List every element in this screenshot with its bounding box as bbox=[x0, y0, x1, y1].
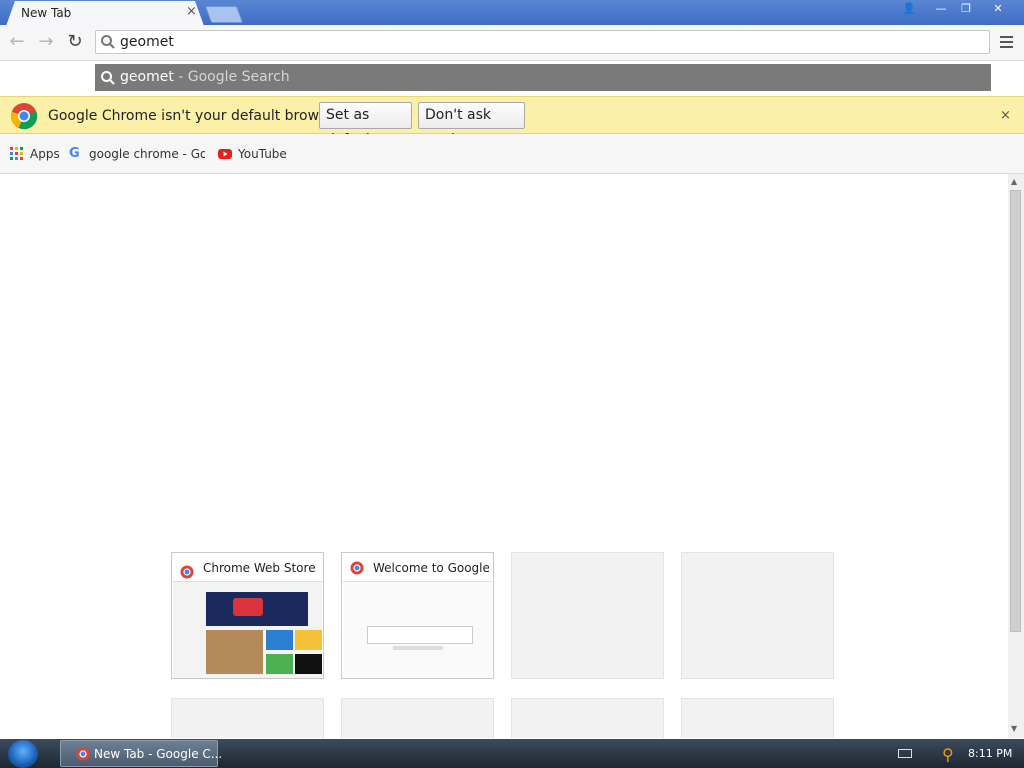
search-tray-icon[interactable]: ⚲ bbox=[942, 745, 954, 764]
dont-ask-again-button[interactable]: Don't ask again bbox=[418, 102, 525, 148]
search-icon bbox=[101, 35, 115, 49]
new-tab-button[interactable] bbox=[204, 6, 244, 23]
reload-button[interactable]: ↻ bbox=[64, 31, 86, 53]
tab-close-icon[interactable]: × bbox=[186, 4, 197, 20]
chrome-taskbar-icon bbox=[76, 747, 90, 761]
new-tab-page bbox=[0, 174, 1008, 738]
bookmark-youtube[interactable]: YouTube bbox=[238, 147, 287, 161]
taskbar-item-label: New Tab - Google C... bbox=[94, 747, 223, 761]
infobar-close-icon[interactable]: × bbox=[1000, 108, 1011, 123]
back-button[interactable]: ← bbox=[6, 31, 28, 53]
search-icon bbox=[101, 71, 115, 85]
google-icon: G bbox=[69, 146, 80, 161]
most-visited-tile-empty bbox=[511, 698, 664, 738]
most-visited-tile-web-store[interactable]: Chrome Web Store bbox=[171, 552, 324, 679]
scroll-down-icon[interactable]: ▼ bbox=[1011, 724, 1017, 733]
youtube-icon bbox=[218, 149, 232, 159]
bookmark-apps[interactable]: Apps bbox=[30, 147, 60, 161]
keyboard-icon[interactable] bbox=[898, 749, 912, 758]
suggestion-suffix: - Google Search bbox=[173, 69, 290, 85]
bookmark-google-chrome[interactable]: google chrome - Goog bbox=[89, 147, 205, 161]
most-visited-tile-empty bbox=[681, 698, 834, 738]
suggestion-query: geomet bbox=[120, 69, 174, 85]
tile-title: Welcome to Google C bbox=[373, 561, 489, 575]
maximize-button[interactable]: ❐ bbox=[953, 1, 979, 17]
chrome-logo-icon bbox=[10, 103, 38, 130]
start-button[interactable] bbox=[8, 740, 38, 768]
close-window-button[interactable]: ✕ bbox=[979, 1, 1017, 17]
set-as-default-button[interactable]: Set as default bbox=[319, 102, 412, 148]
most-visited-tile-welcome[interactable]: Welcome to Google C bbox=[341, 552, 494, 679]
chrome-favicon-icon bbox=[350, 561, 364, 575]
suggestion-text[interactable]: geomet - Google Search bbox=[120, 69, 290, 85]
clock[interactable]: 8:11 PM bbox=[968, 747, 1012, 760]
most-visited-tile-empty bbox=[511, 552, 664, 679]
most-visited-tile-empty bbox=[681, 552, 834, 679]
user-icon[interactable]: 👤 bbox=[896, 1, 922, 17]
chrome-menu-button[interactable] bbox=[998, 32, 1016, 52]
tile-title: Chrome Web Store bbox=[203, 561, 316, 575]
tile-thumbnail bbox=[173, 581, 322, 678]
omnibox-text[interactable]: geomet bbox=[120, 34, 174, 50]
tile-thumbnail bbox=[343, 581, 492, 678]
most-visited-tile-empty bbox=[171, 698, 324, 738]
scroll-up-icon[interactable]: ▲ bbox=[1011, 177, 1017, 186]
infobar-message: Google Chrome isn't your default browser… bbox=[48, 108, 344, 124]
most-visited-tile-empty bbox=[341, 698, 494, 738]
minimize-button[interactable]: — bbox=[928, 1, 954, 17]
omnibox[interactable] bbox=[95, 30, 990, 54]
tab-title: New Tab bbox=[21, 6, 72, 20]
forward-button[interactable]: → bbox=[35, 31, 57, 53]
scrollbar-thumb[interactable] bbox=[1010, 190, 1021, 632]
chrome-favicon-icon bbox=[180, 565, 194, 579]
apps-icon[interactable] bbox=[10, 147, 24, 161]
